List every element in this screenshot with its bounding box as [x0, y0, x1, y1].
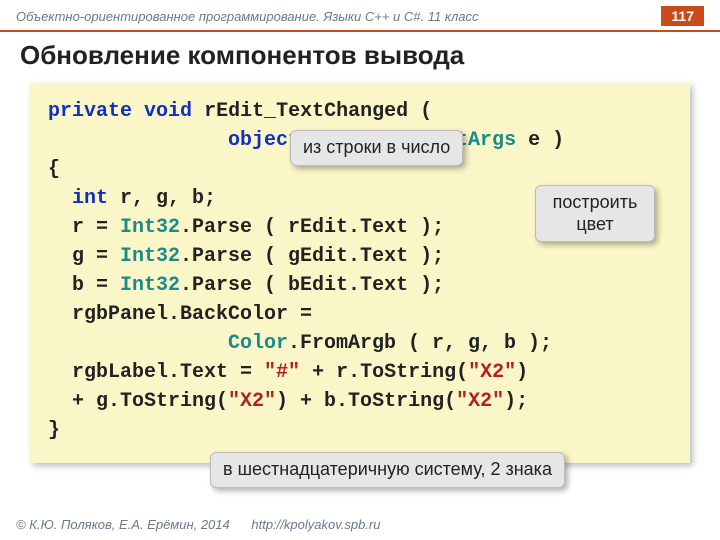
callout-string-to-number: из строки в число — [290, 130, 463, 166]
code-text: b = — [48, 274, 120, 297]
type-color: Color — [228, 332, 288, 355]
string-literal: "X2" — [228, 390, 276, 413]
code-text: + r.ToString( — [300, 361, 468, 384]
code-text: rgbLabel.Text = — [48, 361, 264, 384]
string-literal: "X2" — [468, 361, 516, 384]
code-line: b = Int32.Parse ( bEdit.Text ); — [48, 271, 672, 300]
code-text: .Parse ( gEdit.Text ); — [180, 245, 444, 268]
keyword-int: int — [72, 187, 108, 210]
code-line: + g.ToString("X2") + b.ToString("X2"); — [48, 387, 672, 416]
code-line: } — [48, 416, 672, 445]
type-int32: Int32 — [120, 245, 180, 268]
callout-build-color: построить цвет — [535, 185, 655, 242]
string-literal: "X2" — [456, 390, 504, 413]
code-text: ) + b.ToString( — [276, 390, 456, 413]
callout-hex-format: в шестнадцатеричную систему, 2 знака — [210, 452, 565, 488]
footer-copyright: © К.Ю. Поляков, Е.А. Ерёмин, 2014 — [16, 517, 230, 532]
code-text: .Parse ( rEdit.Text ); — [180, 216, 444, 239]
keyword-private: private — [48, 100, 132, 123]
code-text: r = — [48, 216, 120, 239]
header-bar: Объектно-ориентированное программировани… — [0, 0, 720, 32]
code-line: rgbPanel.BackColor = — [48, 300, 672, 329]
header-topic: Объектно-ориентированное программировани… — [16, 9, 479, 24]
code-line: g = Int32.Parse ( gEdit.Text ); — [48, 242, 672, 271]
page-number: 117 — [661, 6, 704, 26]
code-text: r, g, b; — [120, 187, 216, 210]
code-text: g = — [48, 245, 120, 268]
code-line: Color.FromArgb ( r, g, b ); — [48, 329, 672, 358]
code-text: ); — [504, 390, 528, 413]
code-text: .FromArgb ( r, g, b ); — [288, 332, 552, 355]
footer: © К.Ю. Поляков, Е.А. Ерёмин, 2014 http:/… — [16, 517, 380, 532]
code-text: + g.ToString( — [48, 390, 228, 413]
type-int32: Int32 — [120, 216, 180, 239]
keyword-void: void — [144, 100, 192, 123]
code-text: ( — [420, 100, 432, 123]
code-text: e ) — [528, 129, 564, 152]
page-title: Обновление компонентов вывода — [0, 32, 720, 83]
code-line: rgbLabel.Text = "#" + r.ToString("X2") — [48, 358, 672, 387]
type-int32: Int32 — [120, 274, 180, 297]
code-text: ) — [516, 361, 528, 384]
code-line: private void rEdit_TextChanged ( — [48, 97, 672, 126]
code-text: .Parse ( bEdit.Text ); — [180, 274, 444, 297]
footer-url: http://kpolyakov.spb.ru — [251, 517, 380, 532]
string-literal: "#" — [264, 361, 300, 384]
method-name: rEdit_TextChanged — [204, 100, 408, 123]
